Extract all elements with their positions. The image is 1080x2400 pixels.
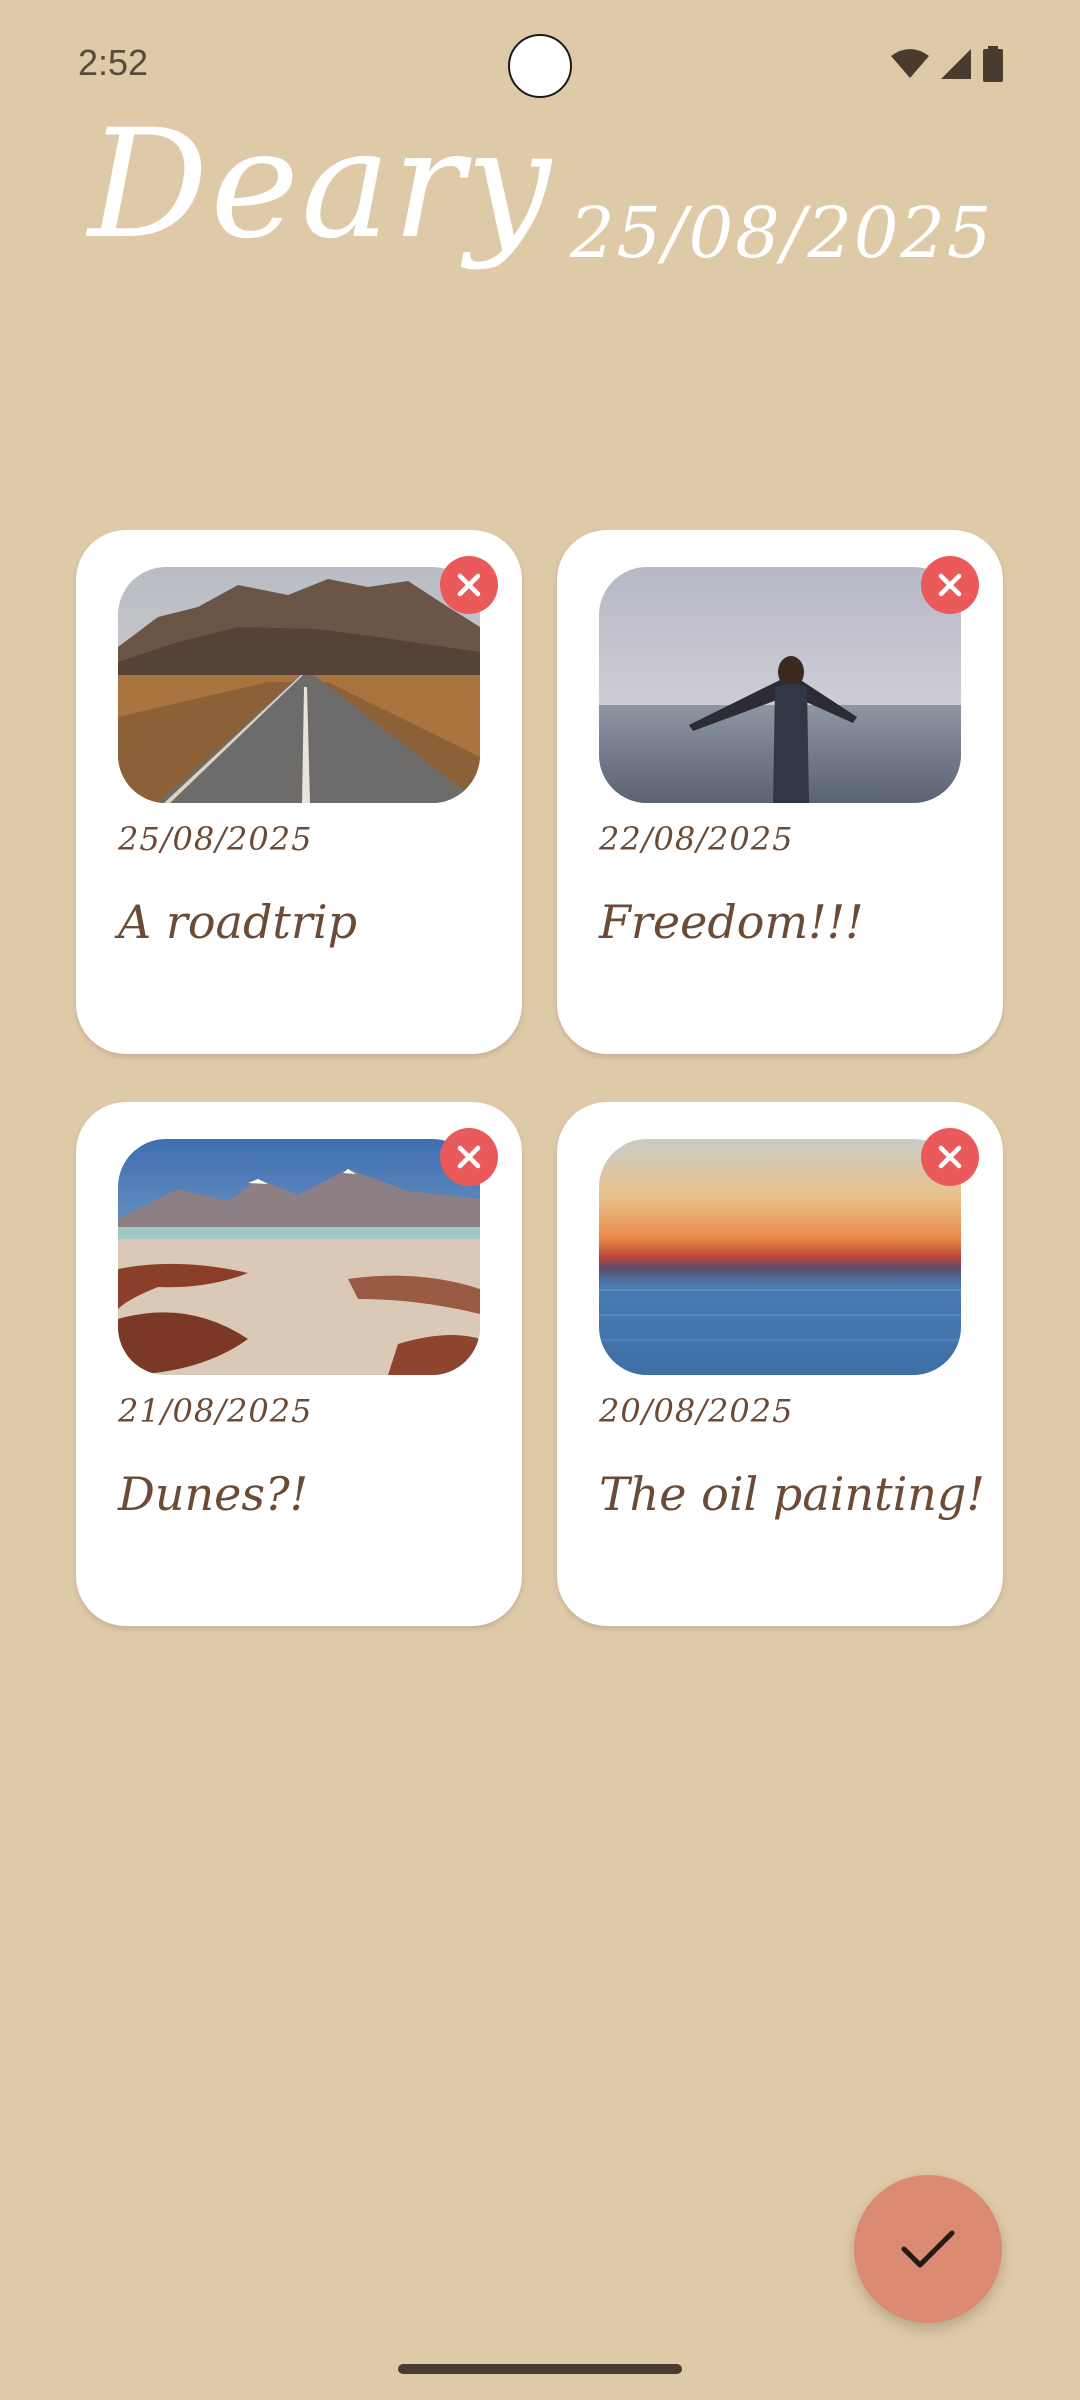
camera-cutout <box>508 34 572 98</box>
delete-entry-button[interactable] <box>440 556 498 614</box>
close-icon <box>457 573 481 597</box>
diary-entry-card[interactable]: 20/08/2025 The oil painting! <box>557 1102 1003 1626</box>
check-icon <box>901 2230 955 2268</box>
wifi-icon <box>890 48 930 80</box>
entry-photo-sunset-ocean <box>599 1139 961 1375</box>
close-icon <box>938 573 962 597</box>
confirm-fab-button[interactable] <box>854 2175 1002 2323</box>
entry-photo-desert-landscape <box>118 1139 480 1375</box>
entry-title: Dunes?! <box>118 1467 309 1521</box>
status-icons <box>890 46 1004 82</box>
diary-entry-card[interactable]: 25/08/2025 A roadtrip <box>76 530 522 1054</box>
entry-date: 20/08/2025 <box>599 1392 794 1430</box>
entry-title: A roadtrip <box>118 895 358 949</box>
entry-title: The oil painting! <box>599 1467 985 1521</box>
battery-icon <box>982 46 1004 82</box>
close-icon <box>938 1145 962 1169</box>
entry-photo-mountain-road <box>118 567 480 803</box>
entry-date: 25/08/2025 <box>118 820 313 858</box>
diary-entry-card[interactable]: 21/08/2025 Dunes?! <box>76 1102 522 1626</box>
diary-entry-card[interactable]: 22/08/2025 Freedom!!! <box>557 530 1003 1054</box>
app-screen: 2:52 Deary 25/08/2025 25/08/2025 A roadt… <box>0 0 1080 2400</box>
header-date: 25/08/2025 <box>570 192 994 274</box>
close-icon <box>457 1145 481 1169</box>
entry-photo-person-in-sea <box>599 567 961 803</box>
delete-entry-button[interactable] <box>921 556 979 614</box>
delete-entry-button[interactable] <box>921 1128 979 1186</box>
app-title: Deary <box>88 98 553 272</box>
delete-entry-button[interactable] <box>440 1128 498 1186</box>
home-indicator[interactable] <box>398 2364 682 2374</box>
entry-title: Freedom!!! <box>599 895 864 949</box>
entry-date: 21/08/2025 <box>118 1392 313 1430</box>
cellular-signal-icon <box>940 48 972 80</box>
status-time: 2:52 <box>78 42 149 83</box>
entry-date: 22/08/2025 <box>599 820 794 858</box>
